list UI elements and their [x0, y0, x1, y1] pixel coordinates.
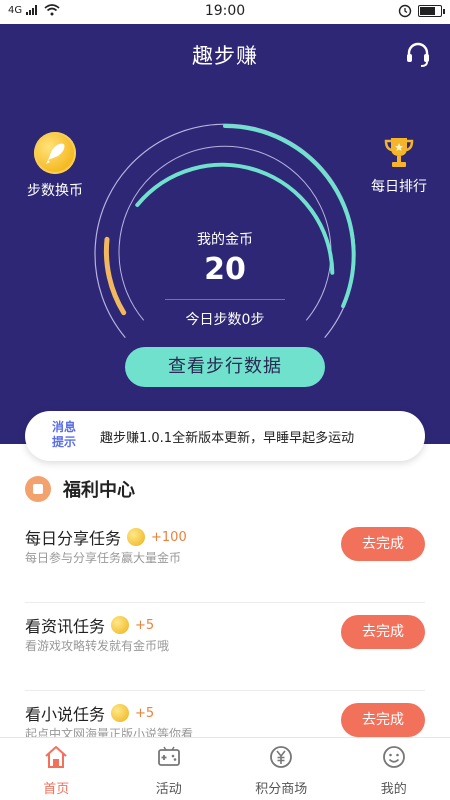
coin-icon — [111, 704, 130, 722]
welfare-header: 福利中心 — [25, 476, 135, 502]
smiley-icon — [382, 746, 405, 768]
task-title: 看小说任务 — [25, 705, 106, 724]
task-description: 看游戏攻略转发就有金币哦 — [25, 639, 170, 653]
task-item-novel: 看小说任务 +5 起点中文网海量正版小说等你看 去完成 — [25, 691, 425, 737]
view-walking-data-button[interactable]: 查看步行数据 — [125, 347, 325, 387]
my-coins-value: 20 — [204, 252, 246, 287]
task-reward: +5 — [135, 617, 155, 633]
tab-activity-label: 活动 — [155, 782, 182, 797]
task-title-row: 看资讯任务 +5 — [25, 613, 154, 637]
tab-mine-label: 我的 — [380, 782, 407, 797]
task-item-share: 每日分享任务 +100 每日参与分享任务赢大量金币 去完成 — [25, 515, 425, 603]
tab-home[interactable]: 首页 — [0, 738, 113, 800]
task-complete-button[interactable]: 去完成 — [341, 703, 425, 737]
welfare-title: 福利中心 — [63, 480, 135, 501]
rocket-coin-icon — [34, 132, 76, 174]
app-title: 趣步赚 — [192, 44, 258, 68]
task-reward: +100 — [151, 529, 187, 545]
tab-points-mall-label: 积分商场 — [255, 782, 308, 797]
trophy-icon — [384, 138, 414, 167]
task-complete-button[interactable]: 去完成 — [341, 527, 425, 561]
notice-bar[interactable]: 消息提示 趣步赚1.0.1全新版本更新，早睡早起多运动 — [25, 411, 425, 461]
alarm-icon — [398, 4, 412, 18]
today-steps-label: 今日步数0步 — [185, 312, 265, 328]
hero-panel: 趣步赚 步数换币 每日排行 我的金币 20 今日步数0步 查看步行数据 — [0, 24, 450, 444]
task-list: 每日分享任务 +100 每日参与分享任务赢大量金币 去完成 看资讯任务 +5 看… — [0, 515, 450, 737]
status-bar: 4G 19:00 — [0, 0, 450, 24]
task-item-news: 看资讯任务 +5 看游戏攻略转发就有金币哦 去完成 — [25, 603, 425, 691]
bottom-tab-bar: 首页 活动 积分商场 我的 — [0, 737, 450, 800]
tab-mine[interactable]: 我的 — [338, 738, 450, 800]
task-title-row: 看小说任务 +5 — [25, 701, 154, 725]
yen-coin-icon — [270, 746, 293, 768]
my-coins-label: 我的金币 — [197, 232, 253, 248]
notice-text: 趣步赚1.0.1全新版本更新，早睡早起多运动 — [100, 431, 355, 446]
status-time: 19:00 — [204, 3, 246, 19]
daily-ranking-button[interactable]: 每日排行 — [354, 134, 444, 196]
notice-tag: 消息提示 — [51, 420, 76, 449]
home-icon — [45, 746, 67, 768]
welfare-center-icon — [25, 476, 51, 502]
gauge-divider — [165, 299, 285, 300]
task-complete-button[interactable]: 去完成 — [341, 615, 425, 649]
tab-points-mall[interactable]: 积分商场 — [225, 738, 338, 800]
daily-ranking-label: 每日排行 — [371, 179, 427, 195]
task-description: 每日参与分享任务赢大量金币 — [25, 551, 182, 565]
status-right — [398, 4, 445, 18]
tab-activity[interactable]: 活动 — [113, 738, 226, 800]
task-title-row: 每日分享任务 +100 — [25, 525, 187, 549]
task-reward: +5 — [135, 705, 155, 721]
gamepad-icon — [157, 746, 180, 766]
tab-home-label: 首页 — [43, 782, 70, 797]
coin-icon — [127, 528, 146, 546]
headset-icon[interactable] — [404, 40, 432, 68]
battery-icon — [418, 5, 445, 17]
task-description: 起点中文网海量正版小说等你看 — [25, 727, 194, 737]
task-title: 每日分享任务 — [25, 529, 122, 548]
coin-icon — [111, 616, 130, 634]
task-title: 看资讯任务 — [25, 617, 106, 636]
